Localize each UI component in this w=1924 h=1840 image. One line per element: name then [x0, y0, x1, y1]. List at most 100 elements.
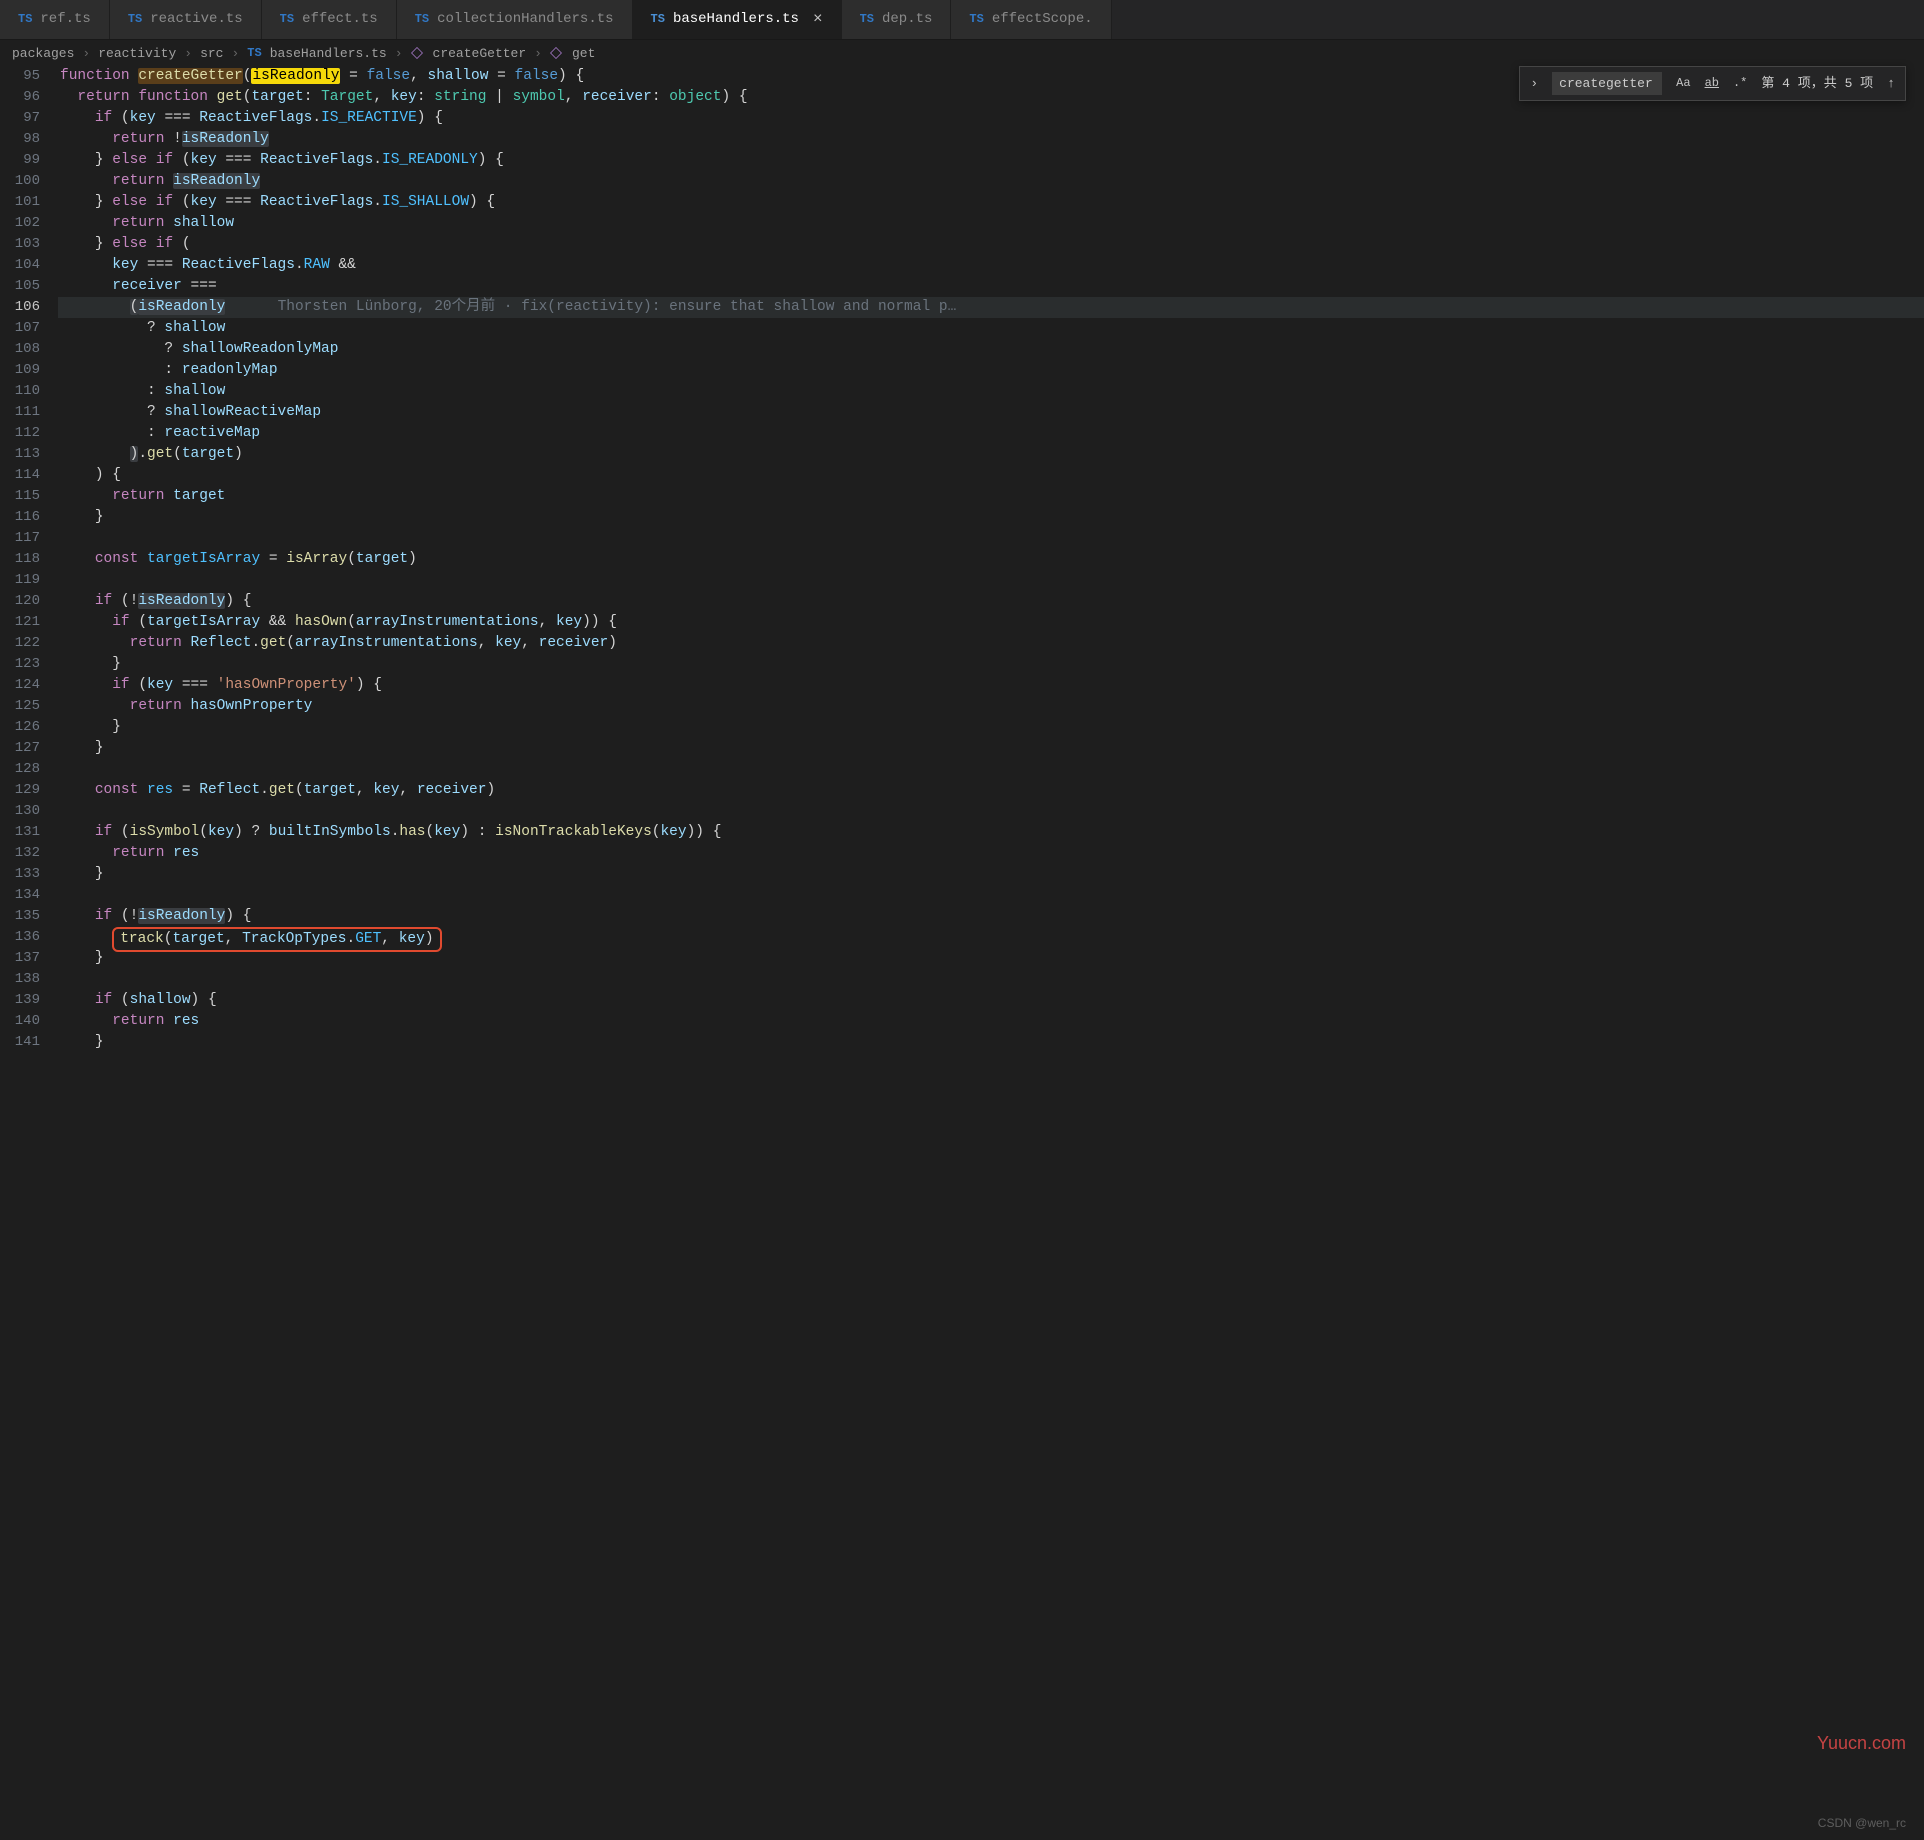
line-number: 121 — [0, 612, 40, 633]
chevron-right-icon: › — [231, 43, 239, 64]
editor-tab[interactable]: TSreactive.ts — [110, 0, 262, 39]
code-line[interactable]: if (key === 'hasOwnProperty') { — [58, 675, 1924, 696]
tab-label: dep.ts — [882, 9, 932, 30]
code-line[interactable]: } — [58, 654, 1924, 675]
code-line[interactable]: } — [58, 1032, 1924, 1053]
typescript-icon: TS — [415, 9, 429, 30]
code-line[interactable] — [58, 885, 1924, 906]
symbol-method-icon — [550, 47, 562, 59]
chevron-right-icon: › — [395, 43, 403, 64]
code-line[interactable]: } else if (key === ReactiveFlags.IS_SHAL… — [58, 192, 1924, 213]
code-line[interactable]: if (targetIsArray && hasOwn(arrayInstrum… — [58, 612, 1924, 633]
code-line[interactable]: : readonlyMap — [58, 360, 1924, 381]
code-line[interactable]: key === ReactiveFlags.RAW && — [58, 255, 1924, 276]
typescript-icon: TS — [247, 43, 261, 64]
line-number: 114 — [0, 465, 40, 486]
code-line[interactable]: ).get(target) — [58, 444, 1924, 465]
editor-tab[interactable]: TSref.ts — [0, 0, 110, 39]
code-line[interactable] — [58, 759, 1924, 780]
line-number: 102 — [0, 213, 40, 234]
use-regex-icon[interactable]: .* — [1729, 71, 1751, 96]
line-number: 123 — [0, 654, 40, 675]
breadcrumb-item[interactable]: reactivity — [98, 43, 176, 64]
line-number: 125 — [0, 696, 40, 717]
editor-tab[interactable]: TSeffect.ts — [262, 0, 397, 39]
chevron-right-icon: › — [534, 43, 542, 64]
code-line[interactable]: return res — [58, 1011, 1924, 1032]
line-number: 103 — [0, 234, 40, 255]
line-number: 127 — [0, 738, 40, 759]
line-number: 130 — [0, 801, 40, 822]
code-line[interactable]: } — [58, 864, 1924, 885]
code-line[interactable]: return hasOwnProperty — [58, 696, 1924, 717]
code-line[interactable] — [58, 969, 1924, 990]
watermark: CSDN @wen_rc — [1818, 1813, 1906, 1834]
code-line[interactable]: : shallow — [58, 381, 1924, 402]
line-number: 122 — [0, 633, 40, 654]
line-number: 101 — [0, 192, 40, 213]
code-line[interactable]: ? shallowReadonlyMap — [58, 339, 1924, 360]
symbol-method-icon — [411, 47, 423, 59]
code-line[interactable]: } — [58, 507, 1924, 528]
editor-tab[interactable]: TSbaseHandlers.ts× — [633, 0, 842, 39]
code-line[interactable]: const targetIsArray = isArray(target) — [58, 549, 1924, 570]
find-previous-icon[interactable]: ↑ — [1883, 73, 1899, 94]
chevron-right-icon: › — [184, 43, 192, 64]
editor-tab[interactable]: TSeffectScope. — [951, 0, 1111, 39]
match-whole-word-icon[interactable]: ab — [1701, 71, 1723, 96]
code-line[interactable]: } else if (key === ReactiveFlags.IS_READ… — [58, 150, 1924, 171]
breadcrumb-item[interactable]: src — [200, 43, 223, 64]
code-line[interactable]: receiver === — [58, 276, 1924, 297]
breadcrumb-item[interactable]: packages — [12, 43, 74, 64]
line-number: 136 — [0, 927, 40, 948]
code-line[interactable]: ? shallowReactiveMap — [58, 402, 1924, 423]
editor-tab[interactable]: TS dep.ts — [842, 0, 952, 39]
line-number: 95 — [0, 66, 40, 87]
match-case-icon[interactable]: Aa — [1672, 71, 1694, 96]
editor-tabs: TSref.tsTSreactive.tsTSeffect.tsTScollec… — [0, 0, 1924, 40]
editor[interactable]: 9596979899100101102103104105106107108109… — [0, 66, 1924, 1840]
code-line[interactable]: if (shallow) { — [58, 990, 1924, 1011]
line-number: 120 — [0, 591, 40, 612]
line-number-gutter: 9596979899100101102103104105106107108109… — [0, 66, 58, 1840]
code-line[interactable]: return Reflect.get(arrayInstrumentations… — [58, 633, 1924, 654]
line-number: 99 — [0, 150, 40, 171]
code-line[interactable] — [58, 528, 1924, 549]
find-widget[interactable]: › Aa ab .* 第 4 项，共 5 项 ↑ — [1519, 66, 1906, 101]
find-input[interactable] — [1552, 72, 1662, 95]
toggle-replace-icon[interactable]: › — [1526, 73, 1542, 94]
editor-tab[interactable]: TScollectionHandlers.ts — [397, 0, 633, 39]
code-line[interactable]: ) { — [58, 465, 1924, 486]
code-line[interactable]: } — [58, 717, 1924, 738]
line-number: 116 — [0, 507, 40, 528]
code-line[interactable]: return shallow — [58, 213, 1924, 234]
code-line[interactable]: return target — [58, 486, 1924, 507]
breadcrumb-file[interactable]: baseHandlers.ts — [270, 43, 387, 64]
typescript-icon: TS — [860, 9, 874, 30]
code-line[interactable]: return isReadonly — [58, 171, 1924, 192]
code-line[interactable]: : reactiveMap — [58, 423, 1924, 444]
code-line[interactable]: } else if ( — [58, 234, 1924, 255]
code-line[interactable]: } — [58, 738, 1924, 759]
code-line[interactable] — [58, 801, 1924, 822]
line-number: 98 — [0, 129, 40, 150]
breadcrumbs[interactable]: packages › reactivity › src › TS baseHan… — [0, 40, 1924, 66]
breadcrumb-symbol[interactable]: createGetter — [433, 43, 527, 64]
code-line[interactable]: if (!isReadonly) { — [58, 591, 1924, 612]
code-line[interactable]: return !isReadonly — [58, 129, 1924, 150]
code-line[interactable] — [58, 570, 1924, 591]
code-line[interactable]: (isReadonly Thorsten Lünborg, 20个月前 · fi… — [58, 297, 1924, 318]
code-line[interactable]: track(target, TrackOpTypes.GET, key) — [58, 927, 1924, 948]
code-area[interactable]: function createGetter(isReadonly = false… — [58, 66, 1924, 1840]
code-line[interactable]: if (!isReadonly) { — [58, 906, 1924, 927]
code-line[interactable]: if (isSymbol(key) ? builtInSymbols.has(k… — [58, 822, 1924, 843]
code-line[interactable]: if (key === ReactiveFlags.IS_REACTIVE) { — [58, 108, 1924, 129]
code-line[interactable]: ? shallow — [58, 318, 1924, 339]
line-number: 135 — [0, 906, 40, 927]
line-number: 129 — [0, 780, 40, 801]
breadcrumb-symbol[interactable]: get — [572, 43, 595, 64]
code-line[interactable]: return res — [58, 843, 1924, 864]
line-number: 137 — [0, 948, 40, 969]
code-line[interactable]: const res = Reflect.get(target, key, rec… — [58, 780, 1924, 801]
close-icon[interactable]: × — [813, 9, 823, 30]
